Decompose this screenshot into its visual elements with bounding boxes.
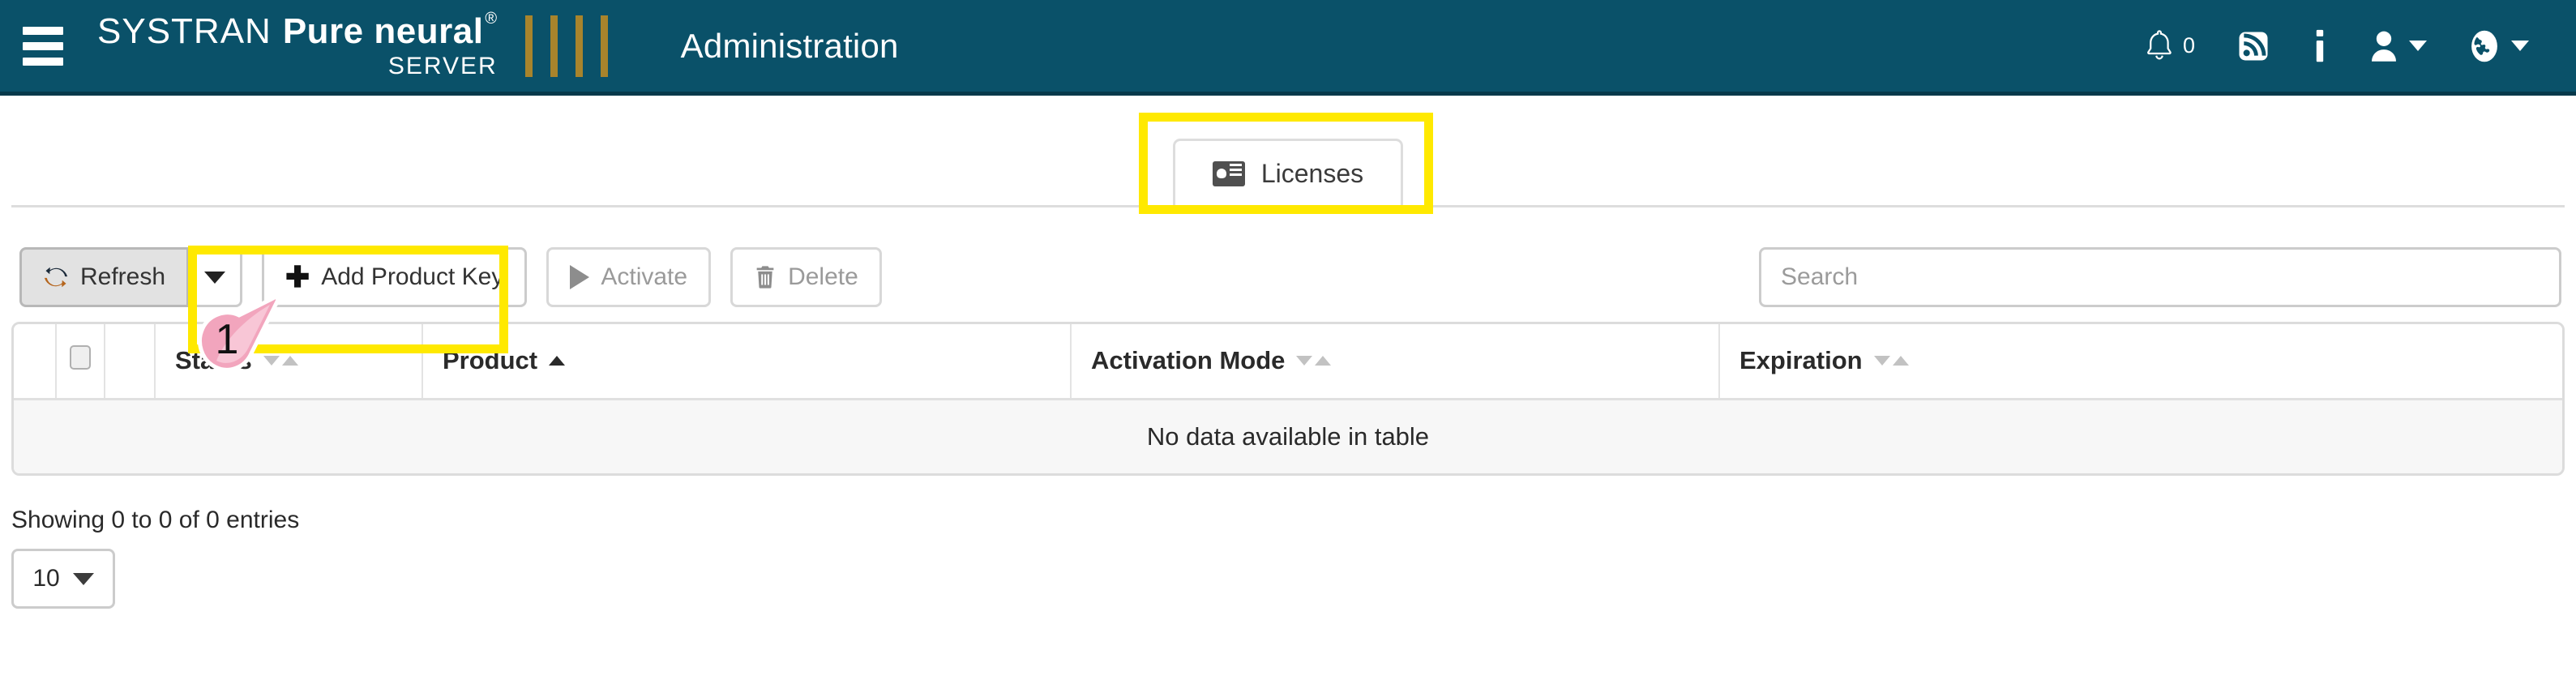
globe-icon [2471, 30, 2497, 62]
header-actions: 0 [2144, 28, 2529, 64]
logo-bars-decoration [524, 15, 608, 77]
refresh-icon [44, 267, 68, 288]
column-header-status-label: Status [175, 346, 252, 375]
hamburger-bar [23, 41, 63, 50]
page-length-select[interactable]: 10 [11, 549, 115, 609]
hamburger-bar [23, 57, 63, 66]
systran-logo[interactable]: SYSTRAN Pure neural ® SERVER [97, 9, 608, 79]
top-header-bar: SYSTRAN Pure neural ® SERVER Administrat… [0, 0, 2576, 96]
entries-info: Showing 0 to 0 of 0 entries [11, 507, 300, 533]
table-toolbar: Refresh ✚ Add Product Key Activate Delet… [0, 247, 2576, 312]
trash-icon [756, 266, 774, 289]
select-all-checkbox[interactable] [70, 345, 91, 370]
sort-indicator [1873, 356, 1909, 366]
language-menu-button[interactable] [2469, 28, 2529, 64]
sort-desc-icon [1873, 356, 1890, 366]
sort-desc-icon [1296, 356, 1313, 366]
page-length-value: 10 [32, 565, 60, 592]
column-header-expiration[interactable]: Expiration [1719, 324, 2562, 399]
notifications-button[interactable]: 0 [2144, 29, 2195, 63]
search-container [1759, 247, 2561, 307]
sort-desc-icon [263, 356, 280, 366]
rss-feed-icon [2239, 32, 2268, 60]
add-product-key-label: Add Product Key [321, 263, 504, 290]
plus-icon: ✚ [285, 259, 310, 293]
caret-down-icon [72, 572, 94, 585]
bell-icon [2147, 29, 2172, 59]
refresh-dropdown-toggle[interactable] [189, 247, 243, 307]
tab-licenses[interactable]: Licenses [1172, 139, 1404, 207]
logo-server: SERVER [387, 52, 498, 79]
table-empty-message: No data available in table [14, 397, 2562, 473]
logo-pure-neural: Pure neural [282, 11, 484, 51]
activate-button[interactable]: Activate [546, 247, 712, 307]
table-footer: Showing 0 to 0 of 0 entries 10 [11, 507, 299, 609]
sort-asc-icon [281, 356, 298, 366]
hamburger-menu-icon[interactable] [23, 26, 63, 66]
sort-indicator [263, 356, 298, 366]
column-header-activation-mode[interactable]: Activation Mode [1071, 324, 1720, 399]
logo-text: SYSTRAN Pure neural ® SERVER [97, 9, 498, 79]
licenses-table: Status Product Activation Mode Expiratio… [11, 322, 2565, 476]
caret-down-icon [203, 271, 225, 284]
info-icon [2316, 29, 2324, 62]
tab-licenses-label: Licenses [1260, 159, 1364, 188]
refresh-button-group: Refresh [19, 247, 243, 307]
delete-button[interactable]: Delete [730, 247, 882, 307]
table-empty-row: No data available in table [14, 397, 2562, 473]
column-header-product[interactable]: Product [422, 324, 1072, 399]
play-icon [570, 265, 590, 289]
logo-line-one: SYSTRAN Pure neural ® [97, 9, 498, 51]
user-icon [2372, 31, 2396, 62]
feed-button[interactable] [2237, 30, 2270, 62]
logo-systran: SYSTRAN [97, 11, 272, 51]
logo-registered-mark: ® [485, 9, 498, 28]
column-header-product-label: Product [443, 346, 538, 375]
hamburger-bar [23, 26, 63, 35]
table-header-row: Status Product Activation Mode Expiratio… [14, 324, 2562, 399]
add-product-key-button[interactable]: ✚ Add Product Key [262, 247, 528, 307]
activate-label: Activate [601, 263, 688, 290]
sort-asc-icon [549, 356, 566, 366]
page-title: Administration [680, 26, 899, 65]
info-button[interactable] [2312, 29, 2328, 63]
user-menu-button[interactable] [2370, 29, 2427, 63]
id-card-icon [1212, 161, 1245, 186]
column-header-status[interactable]: Status [155, 324, 423, 399]
sort-indicator [549, 356, 566, 366]
header-gap-cell [105, 324, 156, 399]
chevron-down-icon [2511, 41, 2529, 51]
column-header-expiration-label: Expiration [1739, 346, 1863, 375]
delete-label: Delete [788, 263, 858, 290]
refresh-button[interactable]: Refresh [19, 247, 190, 307]
sort-asc-icon [1892, 356, 1909, 366]
notifications-count: 0 [2182, 33, 2195, 58]
sort-indicator [1296, 356, 1332, 366]
chevron-down-icon [2409, 41, 2427, 51]
tab-bar: Licenses [0, 100, 2576, 207]
sort-asc-icon [1315, 356, 1332, 366]
search-input[interactable] [1759, 247, 2561, 307]
refresh-label: Refresh [80, 263, 166, 290]
header-select-all-cell[interactable] [56, 324, 105, 399]
header-spacer-cell [14, 324, 57, 399]
column-header-activation-mode-label: Activation Mode [1091, 346, 1286, 375]
